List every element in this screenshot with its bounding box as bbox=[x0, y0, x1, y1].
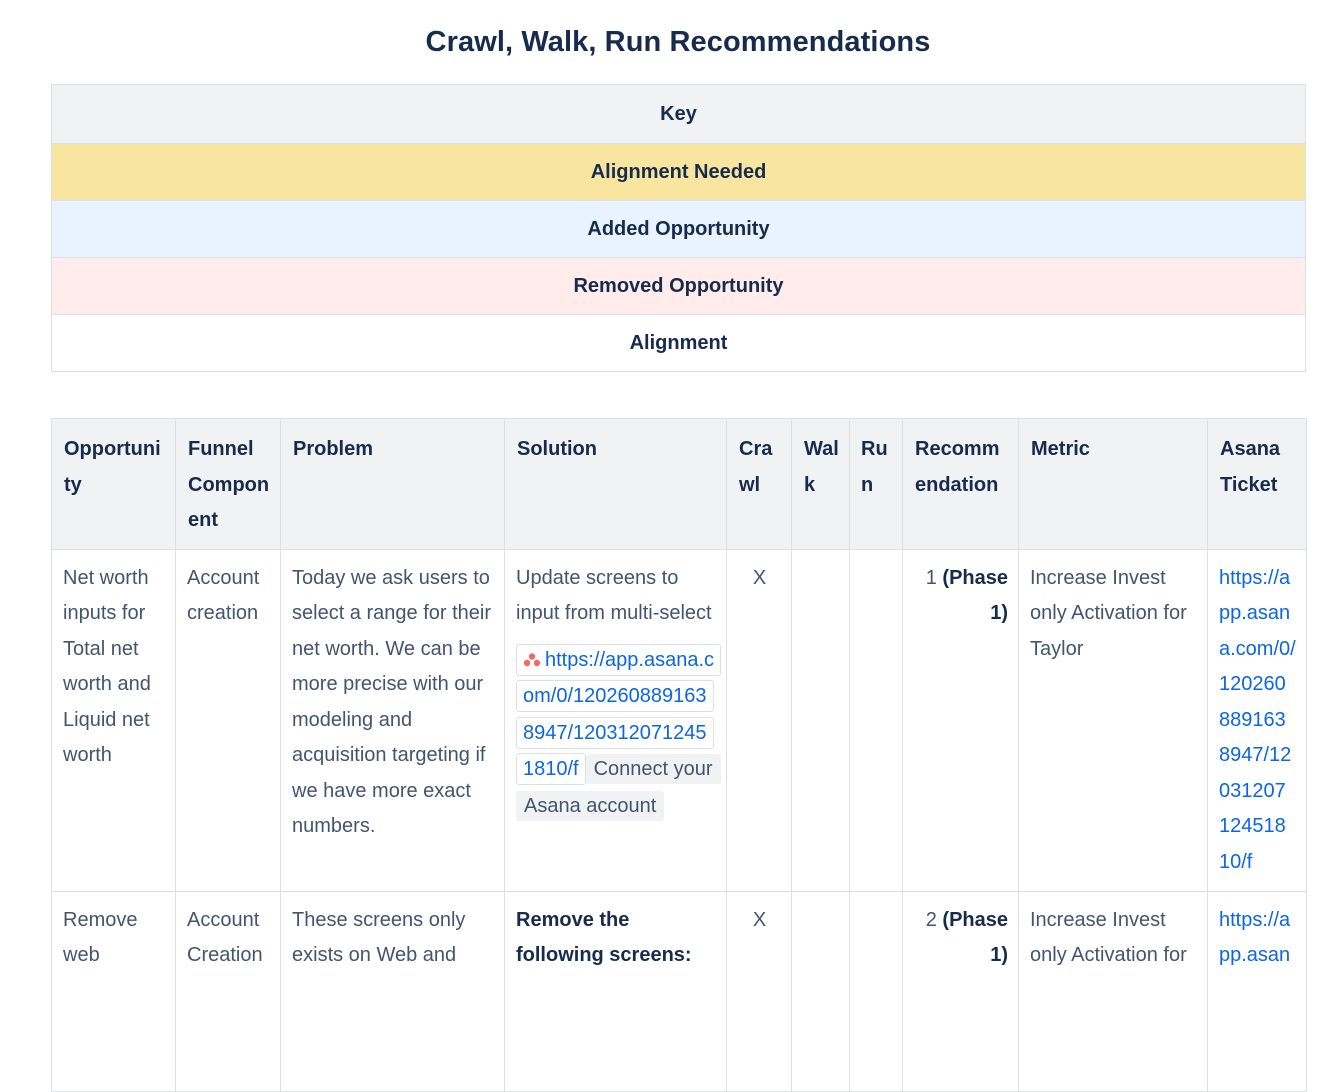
opportunity-cell: Net worth inputs for Total net worth and… bbox=[51, 548, 176, 892]
solution-cell: Update screens to input from multi-selec… bbox=[504, 548, 727, 892]
header-metric: Metric bbox=[1018, 418, 1208, 550]
key-row-added-opportunity: Added Opportunity bbox=[51, 200, 1306, 258]
walk-cell bbox=[791, 890, 850, 1092]
run-cell bbox=[849, 548, 903, 892]
table-row: Net worth inputs for Total net worth and… bbox=[51, 548, 1307, 892]
page-title: Crawl, Walk, Run Recommendations bbox=[425, 26, 931, 58]
key-added-opportunity: Added Opportunity bbox=[51, 200, 1306, 258]
asana-ticket-link[interactable]: https://app.asana.com/0/1202608891638947… bbox=[1219, 567, 1296, 873]
header-run: Run bbox=[849, 418, 903, 550]
recommendation-cell: 1 (Phase 1) bbox=[902, 548, 1019, 892]
key-row-removed-opportunity: Removed Opportunity bbox=[51, 257, 1306, 315]
asana-ticket-link[interactable]: https://app.asan bbox=[1219, 909, 1290, 967]
recommendation-phase: (Phase 1) bbox=[942, 566, 1008, 625]
key-alignment-needed: Alignment Needed bbox=[51, 143, 1306, 201]
header-solution: Solution bbox=[504, 418, 727, 550]
crawl-cell: X bbox=[726, 890, 792, 1092]
recommendation-phase: (Phase 1) bbox=[942, 908, 1008, 967]
funnel-cell: Account Creation bbox=[175, 890, 281, 1092]
recommendation-number: 1 bbox=[925, 566, 937, 589]
header-asana-ticket: Asana Ticket bbox=[1207, 418, 1307, 550]
problem-cell: These screens only exists on Web and bbox=[280, 890, 505, 1092]
table-row: Remove web Account Creation These screen… bbox=[51, 890, 1307, 1092]
key-header-row: Key bbox=[51, 84, 1306, 144]
recommendation-cell: 2 (Phase 1) bbox=[902, 890, 1019, 1092]
table-header-row: Opportunity Funnel Component Problem Sol… bbox=[51, 418, 1307, 550]
crawl-cell: X bbox=[726, 548, 792, 892]
header-walk: Walk bbox=[791, 418, 850, 550]
key-header: Key bbox=[51, 84, 1306, 144]
key-row-alignment-needed: Alignment Needed bbox=[51, 143, 1306, 201]
key-alignment: Alignment bbox=[51, 314, 1306, 372]
metric-cell: Increase Invest only Activation for Tayl… bbox=[1018, 548, 1208, 892]
problem-cell: Today we ask users to select a range for… bbox=[280, 548, 505, 892]
opportunity-cell: Remove web bbox=[51, 890, 176, 1092]
key-row-alignment: Alignment bbox=[51, 314, 1306, 372]
recommendations-table: Opportunity Funnel Component Problem Sol… bbox=[51, 418, 1307, 1092]
header-opportunity: Opportunity bbox=[51, 418, 176, 550]
header-funnel-component: Funnel Component bbox=[175, 418, 281, 550]
asana-ticket-cell: https://app.asana.com/0/1202608891638947… bbox=[1207, 548, 1307, 892]
asana-ticket-cell: https://app.asan bbox=[1207, 890, 1307, 1092]
recommendation-number: 2 bbox=[925, 908, 937, 931]
walk-cell bbox=[791, 548, 850, 892]
run-cell bbox=[849, 890, 903, 1092]
header-problem: Problem bbox=[280, 418, 505, 550]
funnel-cell: Account creation bbox=[175, 548, 281, 892]
asana-icon bbox=[523, 652, 541, 666]
solution-text: Update screens to input from multi-selec… bbox=[516, 566, 712, 625]
solution-cell: Remove the following screens: bbox=[504, 890, 727, 1092]
solution-text: Remove the following screens: bbox=[516, 908, 692, 967]
key-table: Key Alignment Needed Added Opportunity R… bbox=[51, 84, 1306, 372]
key-removed-opportunity: Removed Opportunity bbox=[51, 257, 1306, 315]
metric-cell: Increase Invest only Activation for bbox=[1018, 890, 1208, 1092]
header-crawl: Crawl bbox=[726, 418, 792, 550]
header-recommendation: Recommendation bbox=[902, 418, 1019, 550]
